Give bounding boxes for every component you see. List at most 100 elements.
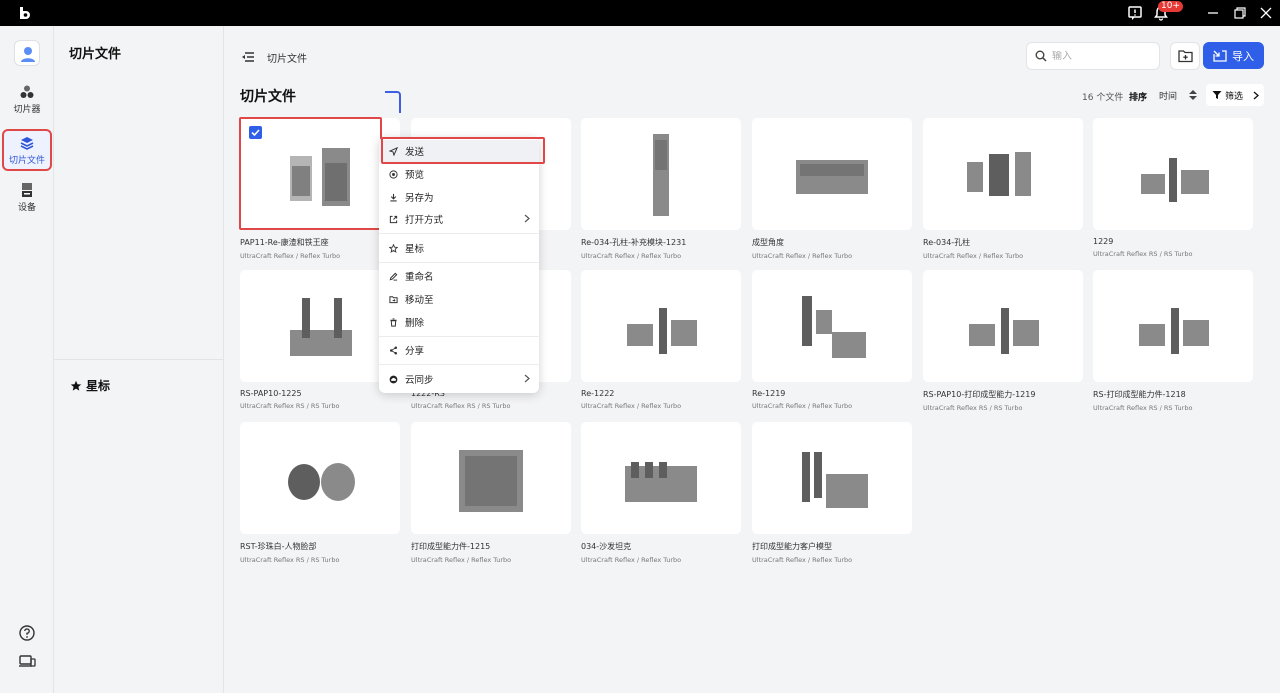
sort-value: 时间 xyxy=(1159,91,1178,102)
file-printer: UltraCraft Reflex / Reflex Turbo xyxy=(240,252,341,260)
file-thumbnail[interactable] xyxy=(240,422,400,534)
file-name: PAP11-Re-康渣和铁王座 xyxy=(240,238,329,247)
file-printer: UltraCraft Reflex RS / RS Turbo xyxy=(1093,250,1193,258)
filter-button[interactable]: 筛选 xyxy=(1206,84,1264,106)
file-thumbnail[interactable] xyxy=(752,422,912,534)
file-card[interactable]: Re-034-孔柱 UltraCraft Reflex / Reflex Turb… xyxy=(923,118,1083,260)
rail-item-devices[interactable]: 设备 xyxy=(2,178,52,220)
file-card[interactable]: RST-珍珠白-人物脸部 UltraCraft Reflex RS / RS Tu… xyxy=(240,422,400,564)
menu-item-rename[interactable]: 重命名 xyxy=(379,265,539,287)
file-card[interactable]: RS-PAP10-打印成型能力-1219 UltraCraft Reflex RS… xyxy=(923,270,1083,412)
file-name: 成型角度 xyxy=(752,238,784,247)
notification-badge: 10+ xyxy=(1158,1,1183,12)
file-printer: UltraCraft Reflex / Reflex Turbo xyxy=(752,252,853,260)
printer-icon xyxy=(22,183,32,197)
devices-icon[interactable] xyxy=(18,652,36,670)
title-bar: 10+ xyxy=(0,0,1280,26)
trash-icon xyxy=(390,317,397,327)
file-thumbnail[interactable] xyxy=(923,118,1083,230)
filter-icon xyxy=(1212,91,1222,99)
starred-section[interactable]: 星标 xyxy=(70,377,110,394)
file-thumbnail[interactable] xyxy=(1093,270,1253,382)
file-thumbnail[interactable] xyxy=(752,118,912,230)
menu-item-save-as[interactable]: 另存为 xyxy=(379,186,539,208)
model-thumbnail-icon xyxy=(653,134,669,216)
context-menu: 发送 预览 另存为 打开方式 星标 重命名 移动至 删除 分享 云同步 xyxy=(379,137,539,393)
file-name: 1229 xyxy=(1093,237,1114,246)
help-icon[interactable] xyxy=(18,624,36,642)
menu-item-delete[interactable]: 删除 xyxy=(379,311,539,333)
file-thumbnail[interactable] xyxy=(923,270,1083,382)
file-card[interactable]: 1229 UltraCraft Reflex RS / RS Turbo xyxy=(1093,118,1253,258)
file-card[interactable]: Re-1222 UltraCraft Reflex / Reflex Turbo xyxy=(581,270,741,410)
rail-item-slicer[interactable]: 切片器 xyxy=(2,80,52,122)
file-thumbnail[interactable] xyxy=(752,270,912,382)
slicer-icon xyxy=(20,85,34,98)
download-icon xyxy=(390,193,397,201)
file-thumbnail[interactable] xyxy=(411,422,571,534)
user-avatar-icon xyxy=(21,47,35,62)
collapse-sidebar-icon[interactable] xyxy=(240,49,256,65)
close-icon[interactable] xyxy=(1257,4,1275,22)
sort-arrows-icon xyxy=(1189,90,1197,100)
file-name: RS-PAP10-1225 xyxy=(240,389,302,398)
nav-rail: 切片器 切片文件 设备 xyxy=(0,26,54,693)
feedback-icon[interactable] xyxy=(1126,4,1144,22)
move-icon xyxy=(389,295,398,303)
share-icon xyxy=(389,346,398,354)
restore-icon[interactable] xyxy=(1231,4,1249,22)
file-thumbnail[interactable] xyxy=(581,422,741,534)
file-thumbnail[interactable] xyxy=(581,270,741,382)
menu-divider xyxy=(379,364,539,365)
star-icon xyxy=(70,380,82,391)
filter-label: 筛选 xyxy=(1225,91,1244,102)
import-icon xyxy=(1213,50,1227,62)
menu-item-open-with[interactable]: 打开方式 xyxy=(379,208,539,230)
divider xyxy=(54,359,224,360)
file-card[interactable]: 打印成型能力客户模型 UltraCraft Reflex / Reflex Tur… xyxy=(752,422,912,564)
file-printer: UltraCraft Reflex RS / RS Turbo xyxy=(923,404,1023,412)
rename-icon xyxy=(389,272,398,281)
file-card[interactable]: RS-PAP10-1225 UltraCraft Reflex RS / RS T… xyxy=(240,270,400,410)
file-card[interactable]: 打印成型能力件-1215 UltraCraft Reflex / Reflex T… xyxy=(411,422,571,564)
menu-item-preview[interactable]: 预览 xyxy=(379,163,539,185)
minimize-icon[interactable] xyxy=(1204,4,1222,22)
file-printer: UltraCraft Reflex / Reflex Turbo xyxy=(411,556,512,564)
file-printer: UltraCraft Reflex RS / RS Turbo xyxy=(240,556,340,564)
menu-item-label: 移动至 xyxy=(405,295,434,306)
file-thumbnail[interactable] xyxy=(240,270,400,382)
rail-item-slice-files[interactable]: 切片文件 xyxy=(2,129,52,171)
card-focus-edge xyxy=(385,91,401,113)
file-card[interactable]: Re-1219 UltraCraft Reflex / Reflex Turbo xyxy=(752,270,912,410)
file-thumbnail[interactable] xyxy=(581,118,741,230)
file-name: Re-034-孔柱-补充模块-1231 xyxy=(581,238,687,247)
menu-item-cloud-sync[interactable]: 云同步 xyxy=(379,368,539,390)
model-thumbnail-icon xyxy=(967,152,1031,196)
file-card[interactable]: RS-打印成型能力件-1218 UltraCraft Reflex RS / RS… xyxy=(1093,270,1253,412)
menu-item-move-to[interactable]: 移动至 xyxy=(379,288,539,310)
search-input[interactable] xyxy=(1052,50,1148,62)
model-thumbnail-icon xyxy=(802,452,868,508)
file-card[interactable]: Re-034-孔柱-补充模块-1231 UltraCraft Reflex / R… xyxy=(581,118,741,260)
search-box[interactable] xyxy=(1026,42,1160,70)
file-card[interactable]: 成型角度 UltraCraft Reflex / Reflex Turbo xyxy=(752,118,912,260)
file-name: RST-珍珠白-人物脸部 xyxy=(240,542,317,551)
menu-item-label: 星标 xyxy=(405,244,425,255)
file-thumbnail[interactable] xyxy=(1093,118,1253,230)
file-card[interactable]: 034-沙发坦克 UltraCraft Reflex / Reflex Turbo xyxy=(581,422,741,564)
new-folder-button[interactable] xyxy=(1170,42,1200,70)
chevron-right-icon xyxy=(1253,91,1260,99)
search-icon xyxy=(1035,50,1047,62)
model-thumbnail-icon xyxy=(459,450,523,512)
menu-item-star[interactable]: 星标 xyxy=(379,237,539,259)
file-printer: UltraCraft Reflex / Reflex Turbo xyxy=(752,556,853,564)
import-button[interactable]: 导入 xyxy=(1203,42,1264,69)
sort-select[interactable]: 时间 xyxy=(1154,84,1200,106)
menu-item-label: 打开方式 xyxy=(405,215,444,226)
menu-divider xyxy=(379,336,539,337)
model-thumbnail-icon xyxy=(802,296,866,358)
avatar[interactable] xyxy=(14,40,40,66)
cloud-sync-icon xyxy=(389,375,398,383)
file-name: 打印成型能力件-1215 xyxy=(411,542,491,551)
menu-item-share[interactable]: 分享 xyxy=(379,339,539,361)
